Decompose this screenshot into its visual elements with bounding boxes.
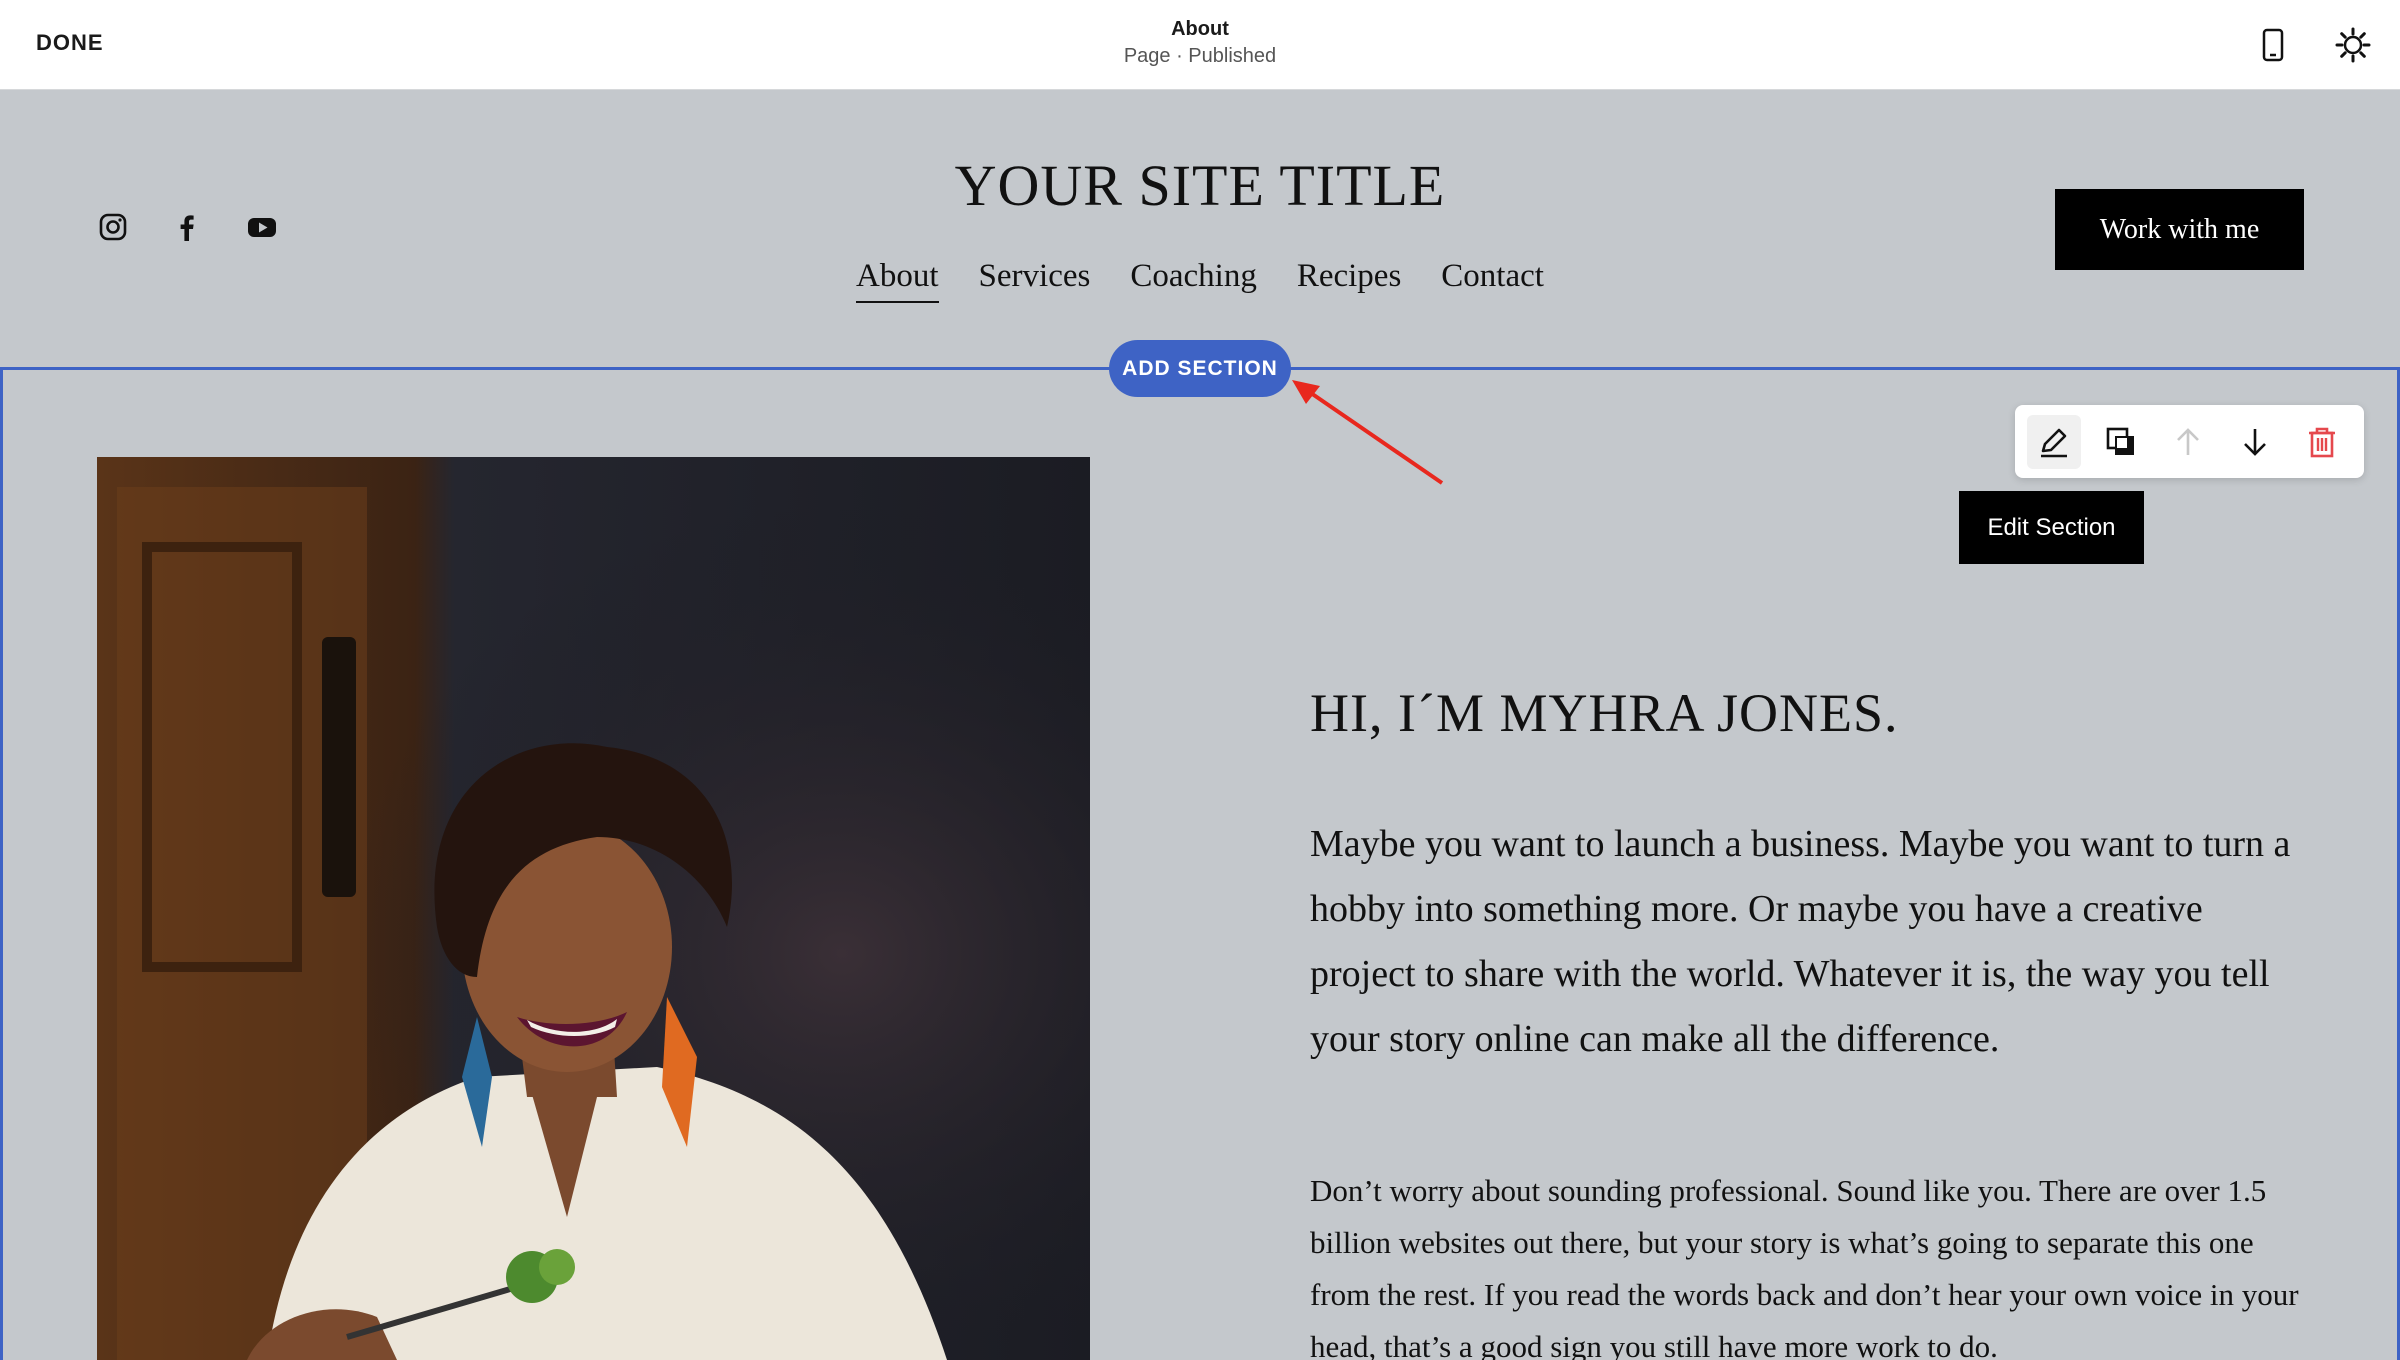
instagram-icon[interactable] xyxy=(96,210,130,244)
delete-icon[interactable] xyxy=(2295,415,2349,469)
page-status: Page · Published xyxy=(1123,45,1277,67)
edit-section-tooltip: Edit Section xyxy=(1959,491,2144,564)
site-title[interactable]: YOUR SITE TITLE xyxy=(800,152,1600,219)
nav-item-services[interactable]: Services xyxy=(979,258,1091,303)
nav-item-recipes[interactable]: Recipes xyxy=(1297,258,1401,303)
done-button[interactable]: DONE xyxy=(36,30,104,56)
add-section-button[interactable]: ADD SECTION xyxy=(1109,340,1291,397)
nav-item-about[interactable]: About xyxy=(856,258,939,303)
settings-icon[interactable] xyxy=(2330,22,2376,68)
mobile-preview-icon[interactable] xyxy=(2250,22,2296,68)
move-up-icon xyxy=(2161,415,2215,469)
profile-photo[interactable] xyxy=(97,457,1090,1360)
section-heading[interactable]: HI, I´M MYHRA JONES. xyxy=(1310,682,1899,744)
body-paragraph[interactable]: Don’t worry about sounding professional.… xyxy=(1310,1165,2310,1360)
page-info: About Page · Published xyxy=(1000,18,1400,68)
nav-item-coaching[interactable]: Coaching xyxy=(1130,258,1256,303)
facebook-icon[interactable] xyxy=(170,210,204,244)
nav-item-contact[interactable]: Contact xyxy=(1441,258,1544,303)
youtube-icon[interactable] xyxy=(245,210,279,244)
main-nav: About Services Coaching Recipes Contact xyxy=(800,258,1600,303)
intro-paragraph[interactable]: Maybe you want to launch a business. May… xyxy=(1310,812,2310,1072)
editor-topbar: DONE About Page · Published xyxy=(0,0,2400,90)
page-name: About xyxy=(1171,18,1229,40)
work-with-me-button[interactable]: Work with me xyxy=(2055,189,2304,270)
edit-icon[interactable] xyxy=(2027,414,2081,469)
section-toolbar xyxy=(2015,405,2364,478)
annotation-arrow-icon xyxy=(1292,380,1444,485)
duplicate-icon[interactable] xyxy=(2094,415,2148,469)
move-down-icon[interactable] xyxy=(2228,415,2282,469)
